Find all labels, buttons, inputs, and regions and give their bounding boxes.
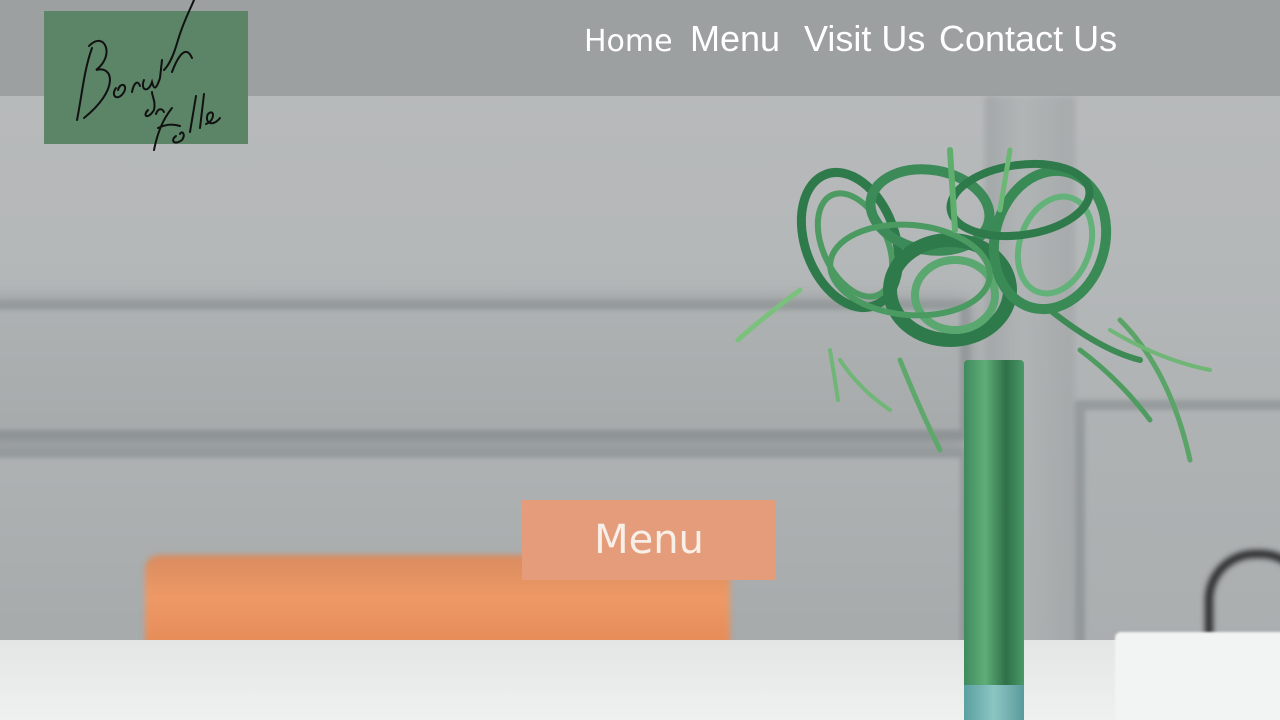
nav-home[interactable]: Home (584, 24, 673, 59)
signature-logo-icon (76, 0, 221, 151)
vase-water (964, 685, 1024, 720)
nav-contact-us[interactable]: Contact Us (939, 18, 1117, 60)
menu-cta-button[interactable]: Menu (522, 500, 776, 580)
site-header: Home Menu Visit Us Contact Us (0, 0, 1280, 151)
table-surface (0, 640, 1280, 720)
nav-menu[interactable]: Menu (690, 18, 780, 60)
table-edge (1115, 632, 1280, 720)
nav-visit-us[interactable]: Visit Us (804, 18, 925, 60)
site-logo[interactable] (44, 0, 248, 151)
plant-leaves (735, 147, 1212, 463)
